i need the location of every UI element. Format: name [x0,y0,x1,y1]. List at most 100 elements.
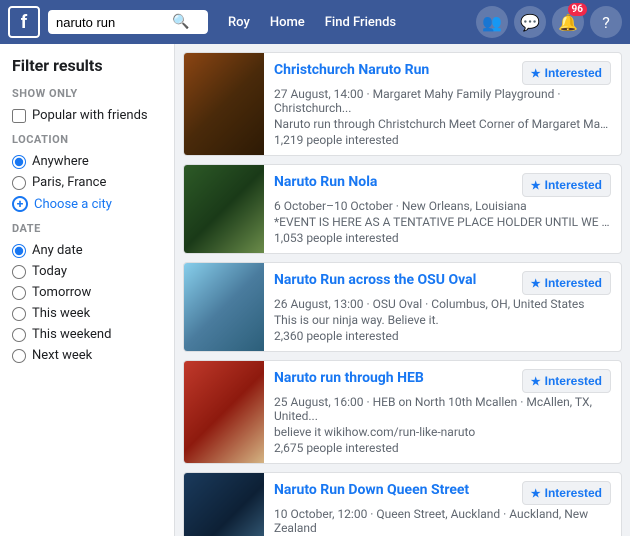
event-description: Naruto run through Christchurch Meet Cor… [274,117,611,131]
location-label: LOCATION [12,133,162,146]
event-title[interactable]: Naruto Run Nola [274,173,514,191]
event-header: Naruto Run Nola ★ Interested [274,173,611,197]
event-header: Christchurch Naruto Run ★ Interested [274,61,611,85]
date-this-weekend-row[interactable]: This weekend [12,327,162,342]
event-title[interactable]: Naruto run through HEB [274,369,514,387]
date-any-label: Any date [32,243,83,258]
friends-icon-button[interactable]: 👥 [476,6,508,38]
interested-button[interactable]: ★ Interested [522,61,611,85]
event-body: Naruto Run across the OSU Oval ★ Interes… [264,263,621,351]
event-body: Naruto run through HEB ★ Interested 25 A… [264,361,621,463]
event-interested-count: 1,219 people interested [274,133,611,147]
date-any-row[interactable]: Any date [12,243,162,258]
event-title[interactable]: Christchurch Naruto Run [274,61,514,79]
event-card: Christchurch Naruto Run ★ Interested 27 … [183,52,622,156]
event-thumbnail [184,473,264,536]
star-icon: ★ [531,179,541,192]
event-title[interactable]: Naruto Run across the OSU Oval [274,271,514,289]
choose-city-plus-icon: + [12,196,28,212]
date-this-weekend-radio[interactable] [12,328,26,342]
interested-button[interactable]: ★ Interested [522,369,611,393]
nav-link-find-friends[interactable]: Find Friends [317,11,404,34]
interested-button-label: Interested [545,374,602,388]
location-paris-row[interactable]: Paris, France [12,175,162,190]
location-anywhere-radio[interactable] [12,155,26,169]
event-thumbnail [184,361,264,463]
event-description: *EVENT IS HERE AS A TENTATIVE PLACE HOLD… [274,215,611,229]
date-today-label: Today [32,264,67,279]
date-this-week-row[interactable]: This week [12,306,162,321]
location-paris-label: Paris, France [32,175,106,190]
event-meta: 10 October, 12:00 · Queen Street, Auckla… [274,507,611,535]
star-icon: ★ [531,487,541,500]
interested-button-label: Interested [545,66,602,80]
event-interested-count: 2,360 people interested [274,329,611,343]
nav-link-roy[interactable]: Roy [220,11,258,34]
event-card: Naruto Run Down Queen Street ★ Intereste… [183,472,622,536]
search-box[interactable]: 🔍 [48,10,208,34]
event-body: Naruto Run Nola ★ Interested 6 October–1… [264,165,621,253]
location-anywhere-label: Anywhere [32,154,89,169]
star-icon: ★ [531,277,541,290]
facebook-logo: f [8,6,40,38]
location-paris-radio[interactable] [12,176,26,190]
messenger-icon-button[interactable]: 💬 [514,6,546,38]
date-this-week-label: This week [32,306,90,321]
event-thumbnail [184,263,264,351]
interested-button-label: Interested [545,486,602,500]
event-card: Naruto run through HEB ★ Interested 25 A… [183,360,622,464]
interested-button[interactable]: ★ Interested [522,173,611,197]
date-tomorrow-row[interactable]: Tomorrow [12,285,162,300]
nav-links: Roy Home Find Friends [220,11,404,34]
event-description: This is our ninja way. Believe it. [274,313,611,327]
show-only-label: SHOW ONLY [12,87,162,100]
search-icon: 🔍 [172,14,189,30]
main-layout: Filter results SHOW ONLY Popular with fr… [0,44,630,536]
choose-city-row[interactable]: + Choose a city [12,196,162,212]
notification-badge: 96 [568,3,587,16]
interested-button-label: Interested [545,178,602,192]
interested-button[interactable]: ★ Interested [522,481,611,505]
popular-with-friends-row[interactable]: Popular with friends [12,108,162,123]
star-icon: ★ [531,375,541,388]
event-interested-count: 2,675 people interested [274,441,611,455]
event-description: believe it wikihow.com/run-like-naruto [274,425,611,439]
event-thumbnail [184,165,264,253]
popular-with-friends-label: Popular with friends [32,108,148,123]
event-card: Naruto Run across the OSU Oval ★ Interes… [183,262,622,352]
event-card: Naruto Run Nola ★ Interested 6 October–1… [183,164,622,254]
event-body: Christchurch Naruto Run ★ Interested 27 … [264,53,621,155]
event-interested-count: 1,053 people interested [274,231,611,245]
date-this-weekend-label: This weekend [32,327,111,342]
event-meta: 27 August, 14:00 · Margaret Mahy Family … [274,87,611,115]
date-label: DATE [12,222,162,235]
event-meta: 6 October–10 October · New Orleans, Loui… [274,199,611,213]
date-next-week-label: Next week [32,348,92,363]
date-today-radio[interactable] [12,265,26,279]
event-meta: 26 August, 13:00 · OSU Oval · Columbus, … [274,297,611,311]
date-today-row[interactable]: Today [12,264,162,279]
search-input[interactable] [56,15,166,30]
date-tomorrow-label: Tomorrow [32,285,91,300]
date-tomorrow-radio[interactable] [12,286,26,300]
event-header: Naruto run through HEB ★ Interested [274,369,611,393]
nav-link-home[interactable]: Home [262,11,313,34]
date-next-week-radio[interactable] [12,349,26,363]
event-body: Naruto Run Down Queen Street ★ Intereste… [264,473,621,536]
event-header: Naruto Run Down Queen Street ★ Intereste… [274,481,611,505]
interested-button[interactable]: ★ Interested [522,271,611,295]
event-meta: 25 August, 16:00 · HEB on North 10th Mca… [274,395,611,423]
date-next-week-row[interactable]: Next week [12,348,162,363]
event-thumbnail [184,53,264,155]
popular-with-friends-checkbox[interactable] [12,109,26,123]
event-header: Naruto Run across the OSU Oval ★ Interes… [274,271,611,295]
date-any-radio[interactable] [12,244,26,258]
help-icon-button[interactable]: ? [590,6,622,38]
location-anywhere-row[interactable]: Anywhere [12,154,162,169]
top-navigation: f 🔍 Roy Home Find Friends 👥 💬 🔔 96 ? [0,0,630,44]
star-icon: ★ [531,67,541,80]
event-title[interactable]: Naruto Run Down Queen Street [274,481,514,499]
date-this-week-radio[interactable] [12,307,26,321]
notifications-icon-button[interactable]: 🔔 96 [552,6,584,38]
sidebar: Filter results SHOW ONLY Popular with fr… [0,44,175,536]
